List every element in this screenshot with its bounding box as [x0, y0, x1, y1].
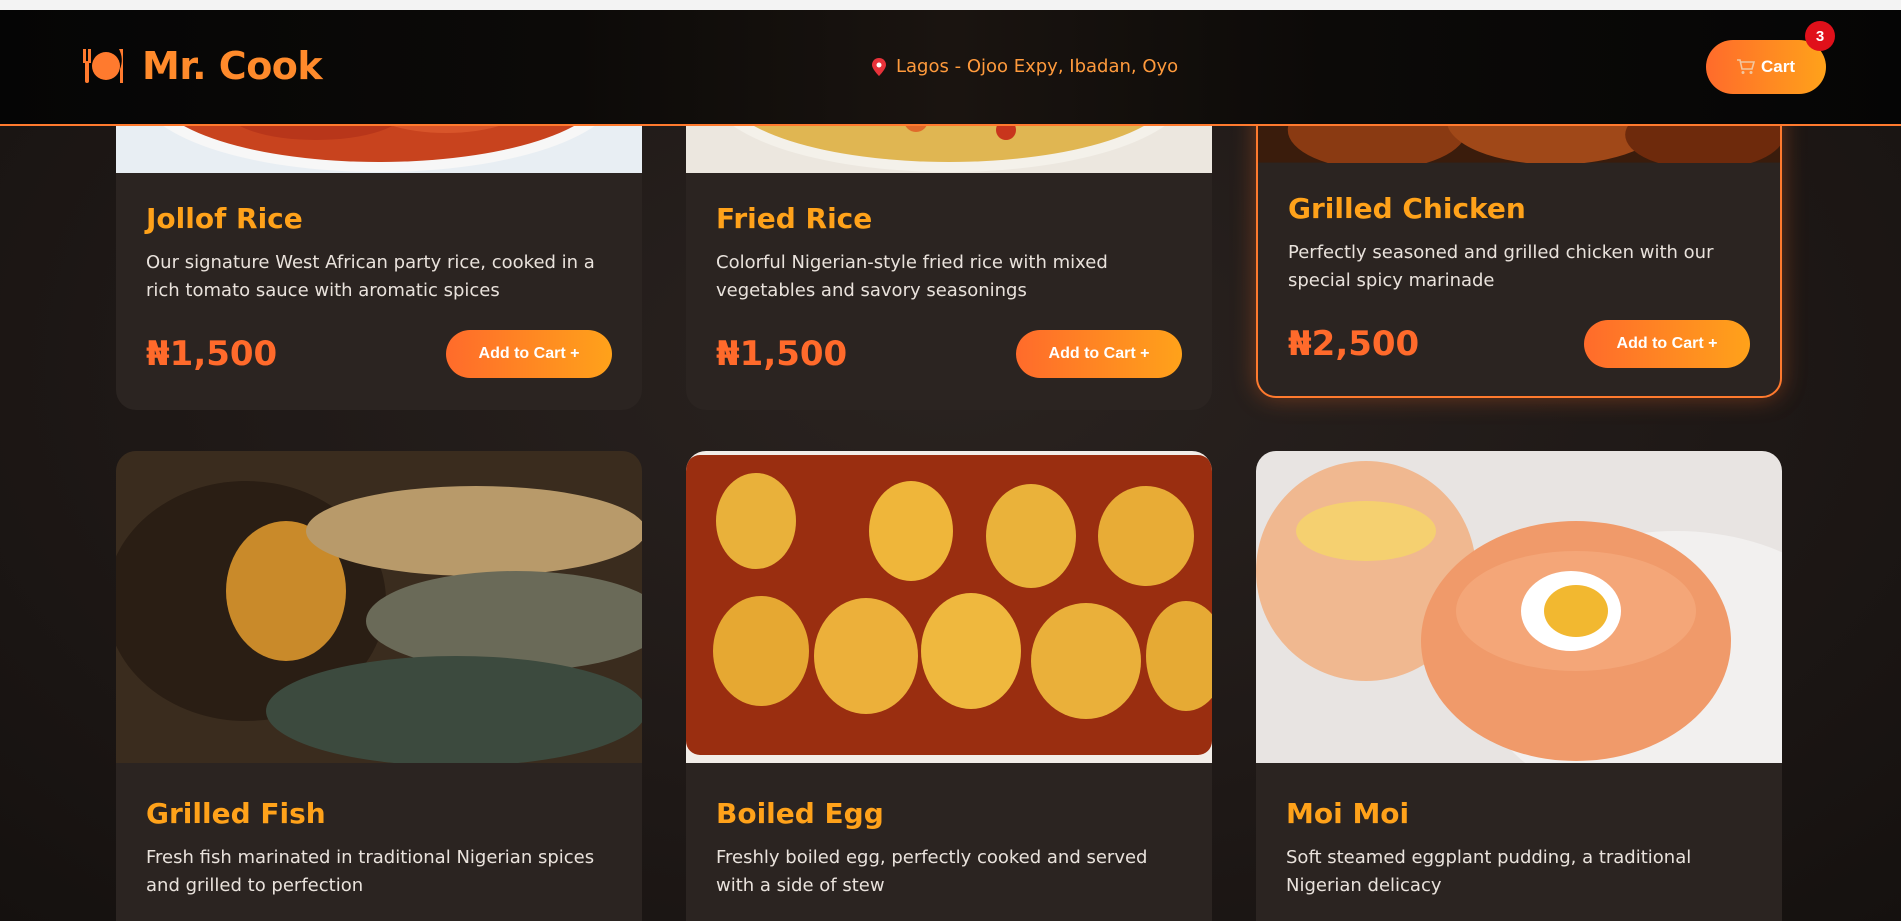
shopping-cart-icon	[1736, 59, 1755, 74]
location-display: Lagos - Ojoo Expy, Ibadan, Oyo	[872, 56, 1178, 77]
card-description: Soft steamed eggplant pudding, a traditi…	[1286, 847, 1692, 896]
menu-card-boiled-egg: Boiled Egg Freshly boiled egg, perfectly…	[686, 451, 1212, 921]
card-title: Boiled Egg	[716, 797, 884, 830]
add-to-cart-button[interactable]: Add to Cart +	[1016, 330, 1182, 378]
location-text: Lagos - Ojoo Expy, Ibadan, Oyo	[896, 56, 1179, 77]
card-description: Colorful Nigerian-style fried rice with …	[716, 252, 1108, 301]
grilled-fish-image	[116, 451, 642, 763]
card-title: Grilled Chicken	[1288, 192, 1526, 225]
card-description: Freshly boiled egg, perfectly cooked and…	[716, 847, 1148, 896]
brand-name: Mr. Cook	[142, 44, 323, 88]
card-price: ₦2,500	[1288, 324, 1420, 364]
card-description: Fresh fish marinated in traditional Nige…	[146, 847, 595, 896]
card-title: Grilled Fish	[146, 797, 326, 830]
brand-logo[interactable]: Mr. Cook	[82, 44, 323, 88]
cart-button[interactable]: Cart	[1706, 40, 1826, 94]
cart-label: Cart	[1760, 57, 1795, 76]
card-price: ₦1,500	[146, 334, 278, 374]
add-to-cart-button[interactable]: Add to Cart +	[446, 330, 612, 378]
moi-moi-image	[1256, 451, 1782, 763]
boiled-egg-image	[686, 451, 1212, 763]
card-price: ₦1,500	[716, 334, 848, 374]
card-title: Moi Moi	[1286, 797, 1410, 830]
menu-card-moi-moi: Moi Moi Soft steamed eggplant pudding, a…	[1256, 451, 1782, 921]
site-header: Mr. Cook Lagos - Ojoo Expy, Ibadan, Oyo …	[0, 10, 1901, 126]
menu-card-grilled-fish: Grilled Fish Fresh fish marinated in tra…	[116, 451, 642, 921]
add-to-cart-button[interactable]: Add to Cart +	[1584, 320, 1750, 368]
card-title: Jollof Rice	[146, 202, 303, 235]
utensils-plate-icon	[83, 49, 123, 83]
page: Jollof Rice Our signature West African p…	[0, 0, 1901, 921]
card-description: Perfectly seasoned and grilled chicken w…	[1288, 242, 1714, 291]
card-title: Fried Rice	[716, 202, 873, 235]
browser-top-strip	[0, 0, 1901, 10]
cart-count-badge: 3	[1805, 21, 1835, 51]
card-description: Our signature West African party rice, c…	[146, 252, 595, 301]
map-pin-icon	[872, 57, 886, 76]
